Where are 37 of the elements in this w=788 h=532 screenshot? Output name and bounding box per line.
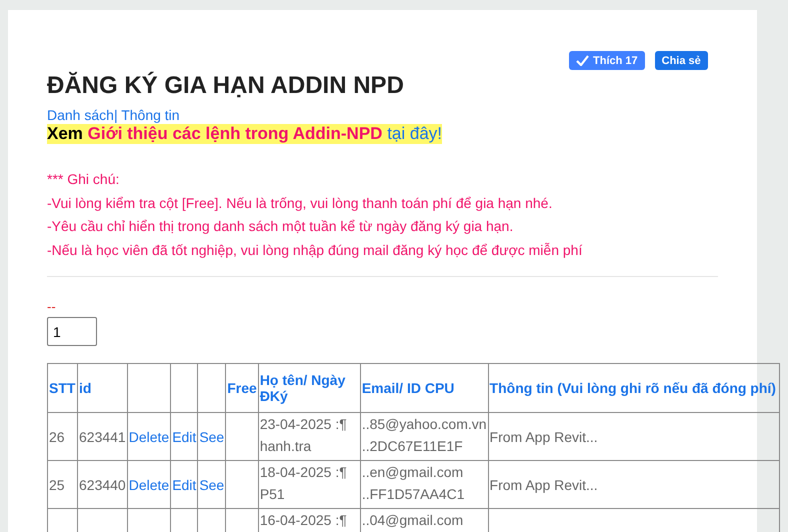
table-cell-text: 18-04-2025 :¶	[260, 463, 348, 482]
column-header: STT	[49, 380, 76, 396]
promo-lead: Xem	[47, 124, 83, 143]
table-cell: 623440	[79, 476, 126, 492]
note-line: -Yêu cầu chỉ hiển thị trong danh sách một tuần kể từ ngày đăng ký gia hạn.	[47, 217, 514, 236]
table-cell: 623441	[79, 428, 126, 444]
page-input[interactable]: 1	[47, 317, 97, 346]
table-cell: From App Revit...	[490, 428, 598, 444]
table-cell-text: hanh.tra	[260, 437, 312, 456]
table-cell-text: 23-04-2025 :¶	[260, 415, 348, 434]
share-button[interactable]: Chia sẻ	[654, 51, 708, 70]
nav-link[interactable]: | Thông tin	[114, 107, 180, 123]
column-header: Họ tên/ Ngày ĐKý	[260, 372, 346, 404]
table-cell-text: ..04@gmail.com	[362, 511, 464, 530]
promo-highlight: Giới thiệu các lệnh trong Addin-NPD	[88, 124, 382, 143]
notes-heading: *** Ghi chú:	[47, 170, 120, 189]
column-header: id	[79, 380, 92, 396]
check-icon	[576, 55, 589, 66]
promo-link[interactable]: tại đây!	[387, 124, 442, 143]
note-line: -Nếu là học viên đã tốt nghiệp, vui lòng nhập đúng mail đăng ký học để được miễn phí	[47, 240, 584, 260]
table-cell-text: ..FF1D57AA4C1	[362, 485, 466, 504]
table-cell: 25	[49, 476, 65, 492]
table-cell-text: ..en@gmail.com	[362, 463, 464, 482]
column-header: Thông tin (Vui lòng ghi rõ nếu đã đóng phí)	[490, 380, 776, 396]
filter-label: --	[47, 299, 57, 315]
table-cell: From App Revit...	[490, 476, 598, 492]
table-cell-text: P51	[260, 485, 286, 504]
like-button[interactable]: Thích 17	[569, 51, 645, 70]
column-header: Free	[227, 380, 257, 396]
note-line: -Vui lòng kiểm tra cột [Free]. Nếu là trống, vui lòng thanh toán phí để gia hạn nhé.	[47, 194, 554, 213]
table-cell-text: ..2DC67E11E1F	[362, 437, 464, 456]
table-cell-text: 16-04-2025 :¶	[260, 511, 348, 530]
nav-link[interactable]: Danh sách	[47, 107, 114, 123]
table-cell-text: ..85@yahoo.com.vn	[362, 415, 487, 434]
page-title: ĐĂNG KÝ GIA HẠN ADDIN NPD	[47, 72, 405, 101]
column-header: Email/ ID CPU	[362, 380, 454, 396]
table-cell: 26	[49, 428, 65, 444]
